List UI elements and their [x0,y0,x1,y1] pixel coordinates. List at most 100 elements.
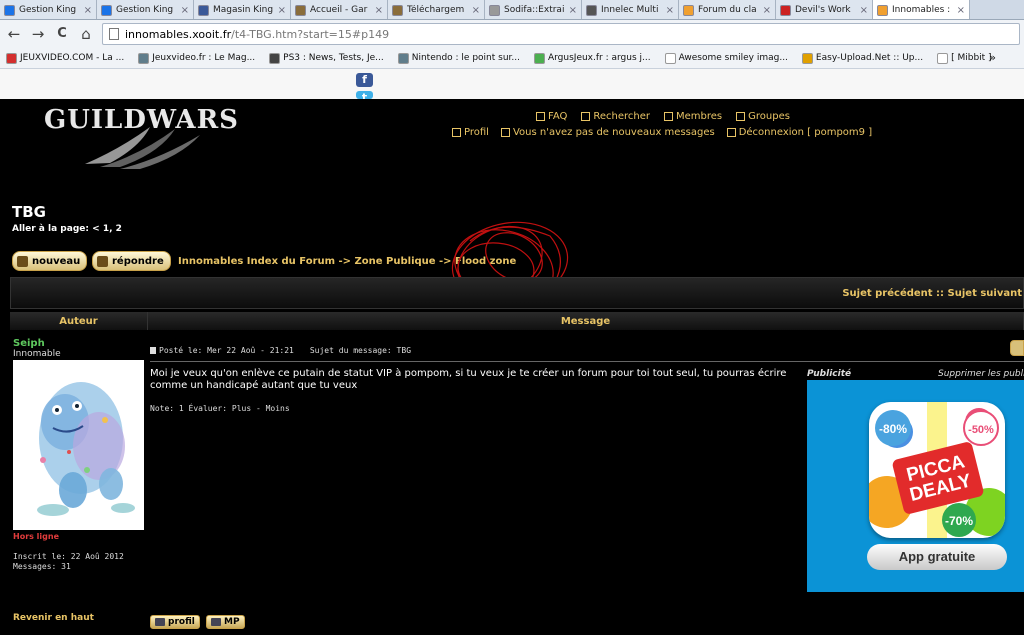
browser-tab[interactable]: Innomables : × [873,0,970,19]
bookmark-favicon-icon [664,52,676,64]
address-bar[interactable]: innomables.xooit.fr/t4-TBG.htm?start=15#… [102,23,1020,45]
tab-close-icon[interactable]: × [472,5,480,16]
browser-tab[interactable]: Innelec Multi × [582,0,679,19]
remove-ads-link[interactable]: Supprimer les publicités ? [938,369,1024,379]
post-rating[interactable]: Note: 1 Évaluer: Plus - Moins [150,404,290,413]
bookmark-favicon-icon [6,52,17,64]
tab-close-icon[interactable]: × [569,5,577,16]
private-message-icon [211,618,221,626]
pager-pages[interactable]: 1, 2 [103,224,122,234]
bookmark-favicon-icon [269,52,281,64]
bookmark-label: Nintendo : le point sur... [411,53,520,63]
nav-link-label: FAQ [548,111,568,122]
browser-tab[interactable]: Téléchargem × [388,0,485,19]
author-message-count: Messages: 31 [13,562,71,571]
nav-link-question[interactable]: FAQ [536,111,567,122]
browser-tab[interactable]: Forum du cla × [679,0,776,19]
pm-label: MP [224,617,240,627]
bookmarks-more-button[interactable]: » [989,51,996,64]
tab-favicon-icon [392,4,403,16]
bookmark-item[interactable]: Awesome smiley imag... [664,52,788,64]
forward-button[interactable]: → [28,24,48,44]
nav-link-messages[interactable]: Vous n'avez pas de nouveaux messages [500,127,715,138]
tab-label: Gestion King [19,5,77,15]
avatar-monster-icon [37,382,135,516]
topic-title[interactable]: TBG [12,203,46,221]
browser-tab[interactable]: Magasin King × [194,0,291,19]
author-name[interactable]: Seiph [13,338,45,349]
pm-button[interactable]: MP [206,615,245,629]
bookmark-item[interactable]: [ Mibbit ] [937,52,992,64]
tab-close-icon[interactable]: × [763,5,771,16]
bookmark-item[interactable]: Nintendo : le point sur... [397,52,520,64]
bookmark-label: Easy-Upload.Net :: Up... [815,53,924,63]
ad-cta-button[interactable]: App gratuite [867,544,1007,570]
nav-link-groups[interactable]: Groupes [736,111,790,122]
bookmark-label: Jeuxvideo.fr : Le Mag... [152,53,256,63]
bookmark-item[interactable]: ArgusJeux.fr : argus j... [533,52,651,64]
tab-close-icon[interactable]: × [278,5,286,16]
bookmark-label: ArgusJeux.fr : argus j... [547,53,651,63]
bookmark-favicon-icon [937,52,949,64]
profile-button[interactable]: profil [150,615,200,629]
browser-tab[interactable]: Accueil - Gar × [291,0,388,19]
bookmark-item[interactable]: Easy-Upload.Net :: Up... [801,52,924,64]
bookmark-item[interactable]: PS3 : News, Tests, Je... [269,52,384,64]
post-table-header: Auteur Message [10,312,1024,330]
browser-tab[interactable]: Gestion King × [0,0,97,19]
tab-close-icon[interactable]: × [666,5,674,16]
pager-label: Aller à la page: [12,224,89,234]
reload-button[interactable]: C [52,24,72,44]
members-icon [664,112,674,121]
bookmark-favicon-icon [533,52,545,64]
home-button[interactable]: ⌂ [76,24,96,44]
pencil-icon [97,255,108,267]
post-divider [150,361,1024,362]
avatar [13,360,144,530]
tab-close-icon[interactable]: × [957,5,965,16]
post-author-panel: Seiph Innomable Hors ligne Inscrit le: 2… [10,332,148,635]
pencil-icon [17,255,28,267]
post-header: Posté le: Mer 22 Aoû - 21:21 Sujet du me… [150,340,1024,360]
nav-link-profile[interactable]: Profil [452,127,489,138]
tab-label: Innelec Multi [601,5,659,15]
prev-next-topic-links[interactable]: Sujet précédent :: Sujet suivant [842,288,1022,299]
ad-banner[interactable]: PICCA DEALY -80% -50% -70% App gratuite [807,380,1024,592]
forum-page: GUILDWARS FAQ Rechercher Membres Groupes Pr… [0,99,1024,635]
quote-button[interactable] [1010,340,1024,356]
nav-link-search[interactable]: Rechercher [581,111,650,122]
url-domain: innomables.xooit.fr [125,27,232,41]
top-nav-row2: Profil Vous n'avez pas de nouveaux messag… [452,127,872,138]
tab-close-icon[interactable]: × [375,5,383,16]
author-column-header: Auteur [10,312,148,330]
facebook-icon[interactable]: f [356,73,373,87]
tab-close-icon[interactable]: × [860,5,868,16]
ad-badge-50: -50% [968,424,994,436]
browser-tab[interactable]: Devil's Work × [776,0,873,19]
nav-link-logout[interactable]: Déconnexion [ pompom9 ] [726,127,873,138]
browser-tab[interactable]: Gestion King × [97,0,194,19]
reply-button[interactable]: répondre [92,251,171,271]
question-icon [536,112,545,121]
nav-link-label: Déconnexion [ pompom9 ] [738,127,873,138]
nav-link-label: Profil [464,127,489,138]
bookmark-label: PS3 : News, Tests, Je... [283,53,384,63]
tab-close-icon[interactable]: × [84,5,92,16]
social-strip: f t [0,69,1024,99]
browser-tab[interactable]: Sodifa::Extrai × [485,0,582,19]
new-topic-button[interactable]: nouveau [12,251,88,271]
ad-badge-70: -70% [945,514,973,528]
bookmark-item[interactable]: Jeuxvideo.fr : Le Mag... [138,52,256,64]
profile-label: profil [168,617,195,627]
back-button[interactable]: ← [4,24,24,44]
tab-favicon-icon [586,4,597,16]
profile-icon [452,128,461,137]
pager-prev-link[interactable]: < [92,224,100,234]
bookmark-item[interactable]: JEUXVIDEO.COM - La ... [6,52,125,64]
bookmark-label: Awesome smiley imag... [678,53,788,63]
nav-link-members[interactable]: Membres [664,111,722,122]
bookmark-label: JEUXVIDEO.COM - La ... [20,53,125,63]
tab-close-icon[interactable]: × [181,5,189,16]
twitter-icon[interactable]: t [356,91,373,99]
back-to-top-link[interactable]: Revenir en haut [13,613,94,623]
